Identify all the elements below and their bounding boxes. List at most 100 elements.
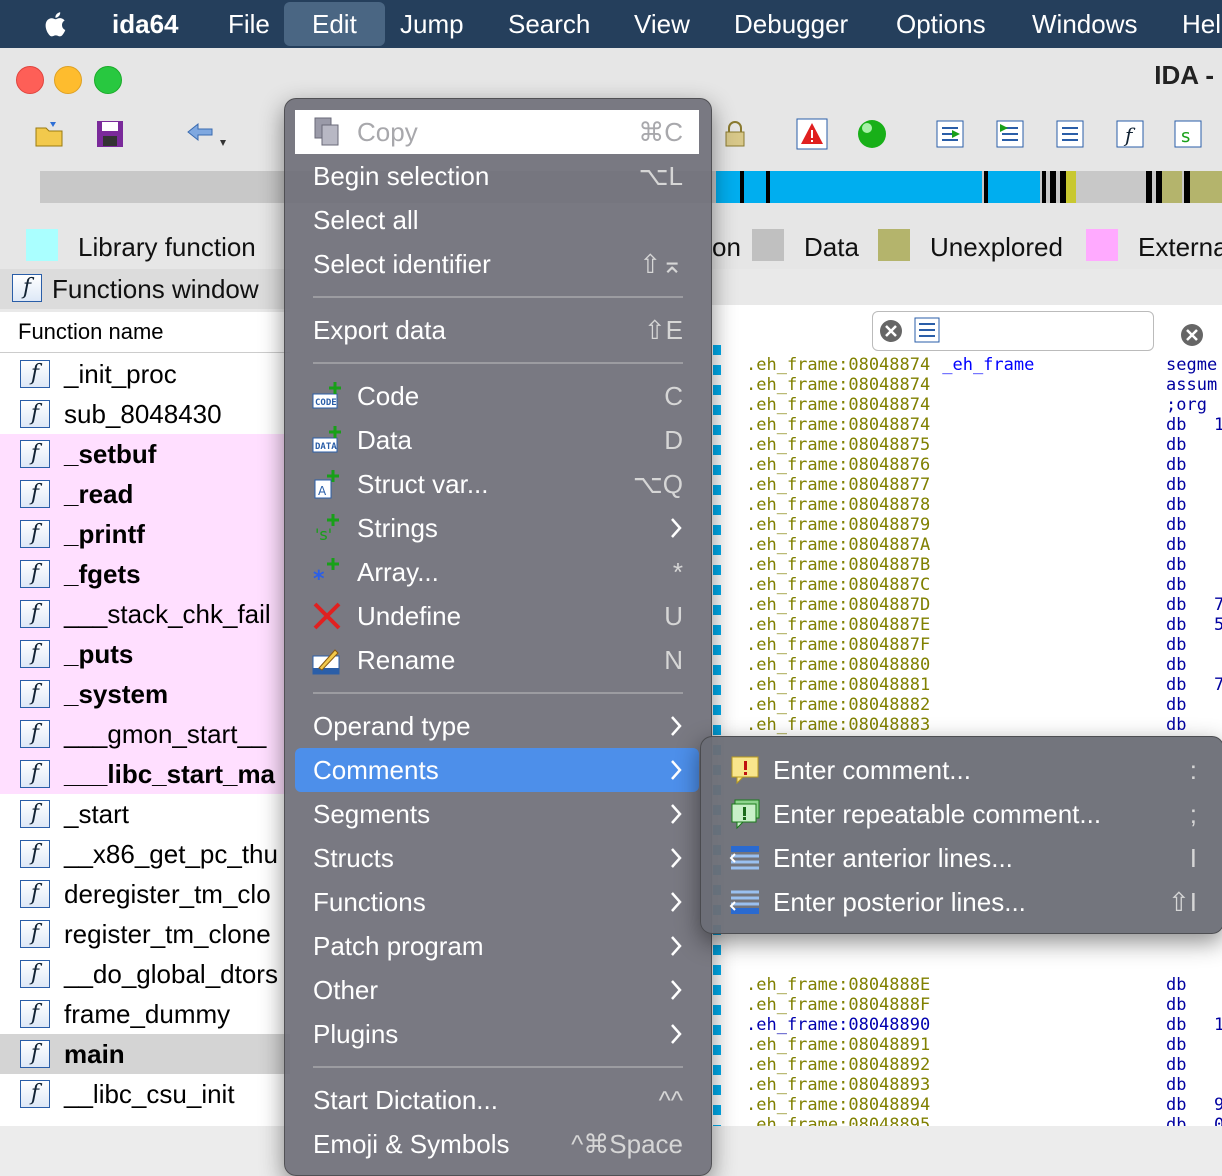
- menu-item-struct-var[interactable]: A Struct var... ⌥Q: [295, 462, 699, 506]
- disassembly-line[interactable]: .eh_frame:08048882 db: [746, 695, 1186, 715]
- apple-icon[interactable]: [40, 8, 72, 40]
- menu-item-patch-program[interactable]: Patch program: [295, 924, 699, 968]
- menu-item-operand-type[interactable]: Operand type: [295, 704, 699, 748]
- disassembly-line[interactable]: .eh_frame:0804887A db: [746, 535, 1186, 555]
- function-row[interactable]: f _system: [0, 674, 290, 714]
- menu-file[interactable]: File: [228, 0, 270, 48]
- submenu-item-enter-comment[interactable]: Enter comment...:: [711, 748, 1211, 792]
- step-over-icon[interactable]: [994, 118, 1026, 150]
- disassembly-line[interactable]: .eh_frame:08048880 db: [746, 655, 1186, 675]
- function-row[interactable]: f register_tm_clone: [0, 914, 290, 954]
- submenu-item-enter-anterior-lines[interactable]: Enter anterior lines... I: [711, 836, 1211, 880]
- disassembly-line[interactable]: .eh_frame:08048876 db: [746, 455, 1186, 475]
- close-tab-icon-2[interactable]: [1180, 323, 1204, 347]
- disassembly-line[interactable]: .eh_frame:0804887E db 5: [746, 615, 1222, 635]
- disassembly-line[interactable]: .eh_frame:08048883 db: [746, 715, 1186, 735]
- function-row[interactable]: f ___libc_start_ma: [0, 754, 290, 794]
- app-menu[interactable]: ida64: [112, 0, 179, 48]
- disassembly-line[interactable]: .eh_frame:08048895 db 0F: [746, 1115, 1222, 1126]
- menu-item-start-dictation[interactable]: Start Dictation... ^^: [295, 1078, 699, 1122]
- functions-window-tab[interactable]: f Functions window: [0, 269, 290, 309]
- menu-item-comments[interactable]: Comments: [295, 748, 699, 792]
- disassembly-line[interactable]: .eh_frame:08048874 assum: [746, 375, 1217, 395]
- menu-jump[interactable]: Jump: [400, 0, 464, 48]
- ida-view-tab[interactable]: [872, 311, 1154, 351]
- disassembly-line[interactable]: .eh_frame:08048890 db 1: [746, 1015, 1222, 1035]
- back-arrow-icon[interactable]: [184, 118, 234, 150]
- lock-icon[interactable]: [718, 118, 750, 150]
- function-row[interactable]: f main: [0, 1034, 290, 1074]
- disassembly-line[interactable]: .eh_frame:0804888F db: [746, 995, 1186, 1015]
- function-row[interactable]: f __x86_get_pc_thu: [0, 834, 290, 874]
- menu-search[interactable]: Search: [508, 0, 590, 48]
- disassembly-line[interactable]: .eh_frame:08048881 db 7: [746, 675, 1222, 695]
- function-row[interactable]: f ___stack_chk_fail: [0, 594, 290, 634]
- function-row[interactable]: f _init_proc: [0, 354, 290, 394]
- disassembly-line[interactable]: .eh_frame:08048893 db: [746, 1075, 1186, 1095]
- disassembly-line[interactable]: .eh_frame:08048878 db: [746, 495, 1186, 515]
- menu-item-rename[interactable]: Rename N: [295, 638, 699, 682]
- menu-item-begin-selection[interactable]: Begin selection ⌥L: [295, 154, 699, 198]
- save-icon[interactable]: [94, 118, 126, 150]
- menu-item-plugins[interactable]: Plugins: [295, 1012, 699, 1056]
- disassembly-line[interactable]: .eh_frame:08048874 db 1: [746, 415, 1222, 435]
- open-folder-icon[interactable]: [34, 118, 66, 150]
- function-row[interactable]: f sub_8048430: [0, 394, 290, 434]
- function-row[interactable]: f _setbuf: [0, 434, 290, 474]
- menu-item-other[interactable]: Other: [295, 968, 699, 1012]
- function-row[interactable]: f __libc_csu_init: [0, 1074, 290, 1114]
- function-row[interactable]: f _read: [0, 474, 290, 514]
- menu-debugger[interactable]: Debugger: [734, 0, 848, 48]
- disassembly-line[interactable]: .eh_frame:08048875 db: [746, 435, 1186, 455]
- menu-item-segments[interactable]: Segments: [295, 792, 699, 836]
- function-icon[interactable]: f: [1114, 118, 1146, 150]
- menu-item-array[interactable]: * Array... *: [295, 550, 699, 594]
- menu-item-code[interactable]: CODE Code C: [295, 374, 699, 418]
- menu-item-strings[interactable]: 's' Strings: [295, 506, 699, 550]
- submenu-item-enter-posterior-lines[interactable]: Enter posterior lines... ⇧I: [711, 880, 1211, 924]
- menu-item-select-all[interactable]: Select all: [295, 198, 699, 242]
- disassembly-line[interactable]: .eh_frame:08048874 _eh_frame segme: [746, 355, 1217, 375]
- strings-window-icon[interactable]: s: [1172, 118, 1204, 150]
- function-row[interactable]: f __do_global_dtors: [0, 954, 290, 994]
- menu-item-functions[interactable]: Functions: [295, 880, 699, 924]
- function-row[interactable]: f frame_dummy: [0, 994, 290, 1034]
- run-icon[interactable]: [856, 118, 888, 150]
- menu-item-data[interactable]: DATA Data D: [295, 418, 699, 462]
- minimize-window-button[interactable]: [54, 66, 82, 94]
- close-tab-icon[interactable]: [879, 319, 903, 343]
- disassembly-line[interactable]: .eh_frame:08048892 db: [746, 1055, 1186, 1075]
- menu-item-undefine[interactable]: Undefine U: [295, 594, 699, 638]
- menu-options[interactable]: Options: [896, 0, 986, 48]
- disassembly-line[interactable]: .eh_frame:0804888E db: [746, 975, 1186, 995]
- disassembly-line[interactable]: .eh_frame:08048874 ;org: [746, 395, 1207, 415]
- disassembly-line[interactable]: .eh_frame:08048877 db: [746, 475, 1186, 495]
- menu-item-structs[interactable]: Structs: [295, 836, 699, 880]
- disassembly-line[interactable]: .eh_frame:08048894 db 9: [746, 1095, 1222, 1115]
- menu-windows[interactable]: Windows: [1032, 0, 1137, 48]
- menu-item-select-identifier[interactable]: Select identifier ⇧⌅: [295, 242, 699, 286]
- menu-view[interactable]: View: [634, 0, 690, 48]
- function-row[interactable]: f _start: [0, 794, 290, 834]
- warning-icon[interactable]: [796, 118, 828, 150]
- close-window-button[interactable]: [16, 66, 44, 94]
- disassembly-line[interactable]: .eh_frame:08048879 db: [746, 515, 1186, 535]
- disassembly-view[interactable]: .eh_frame:08048874 _eh_frame segme .eh_fram…: [712, 305, 1222, 1126]
- disassembly-line[interactable]: .eh_frame:0804887D db 7: [746, 595, 1222, 615]
- submenu-item-enter-repeatable-comment[interactable]: Enter repeatable comment...;: [711, 792, 1211, 836]
- menu-item-emoji-symbols[interactable]: Emoji & Symbols ^⌘Space: [295, 1122, 699, 1166]
- function-row[interactable]: f _fgets: [0, 554, 290, 594]
- menu-help[interactable]: Hel: [1182, 0, 1221, 48]
- disassembly-line[interactable]: .eh_frame:08048891 db: [746, 1035, 1186, 1055]
- step-into-icon[interactable]: [934, 118, 966, 150]
- list-view-icon[interactable]: [1054, 118, 1086, 150]
- function-row[interactable]: f _puts: [0, 634, 290, 674]
- function-row[interactable]: f deregister_tm_clo: [0, 874, 290, 914]
- function-row[interactable]: f _printf: [0, 514, 290, 554]
- menu-item-export-data[interactable]: Export data ⇧E: [295, 308, 699, 352]
- zoom-window-button[interactable]: [94, 66, 122, 94]
- disassembly-line[interactable]: .eh_frame:0804887C db: [746, 575, 1186, 595]
- disassembly-line[interactable]: .eh_frame:0804887B db: [746, 555, 1186, 575]
- disassembly-line[interactable]: .eh_frame:0804887F db: [746, 635, 1186, 655]
- symbol-name[interactable]: _eh_frame: [942, 355, 1034, 375]
